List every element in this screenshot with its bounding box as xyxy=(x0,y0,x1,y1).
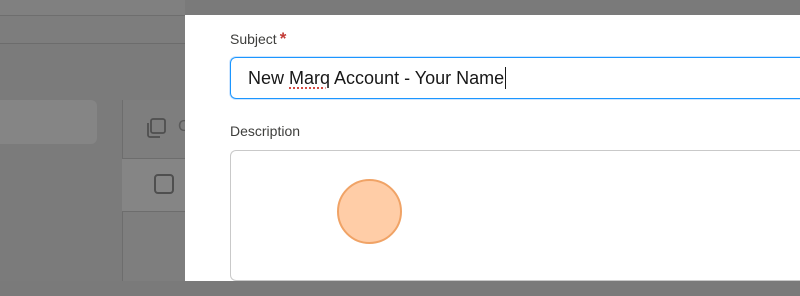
description-label: Description xyxy=(230,123,301,139)
subject-label: Subject * xyxy=(230,29,286,49)
background-partial-text: C xyxy=(178,118,185,135)
background-header xyxy=(0,16,185,44)
copy-icon xyxy=(147,118,166,138)
checkbox-icon xyxy=(154,174,174,194)
description-textarea[interactable] xyxy=(230,150,800,281)
subject-input[interactable]: New Marq Account - Your Name xyxy=(230,57,800,99)
subject-value-misspelled: Marq xyxy=(289,67,331,88)
overlay-bottom-strip xyxy=(0,281,800,296)
background-top-bar xyxy=(0,0,185,16)
required-indicator: * xyxy=(279,29,287,48)
text-cursor xyxy=(505,67,507,89)
subject-label-text: Subject xyxy=(230,31,277,47)
subject-value-suffix: Account - Your Name xyxy=(330,67,505,88)
subject-value-prefix: New xyxy=(248,67,290,88)
new-record-modal: Subject * New Marq Account - Your Name De… xyxy=(185,15,800,281)
background-app: C xyxy=(0,0,185,296)
click-indicator xyxy=(337,179,402,244)
background-search-bar xyxy=(0,100,97,144)
